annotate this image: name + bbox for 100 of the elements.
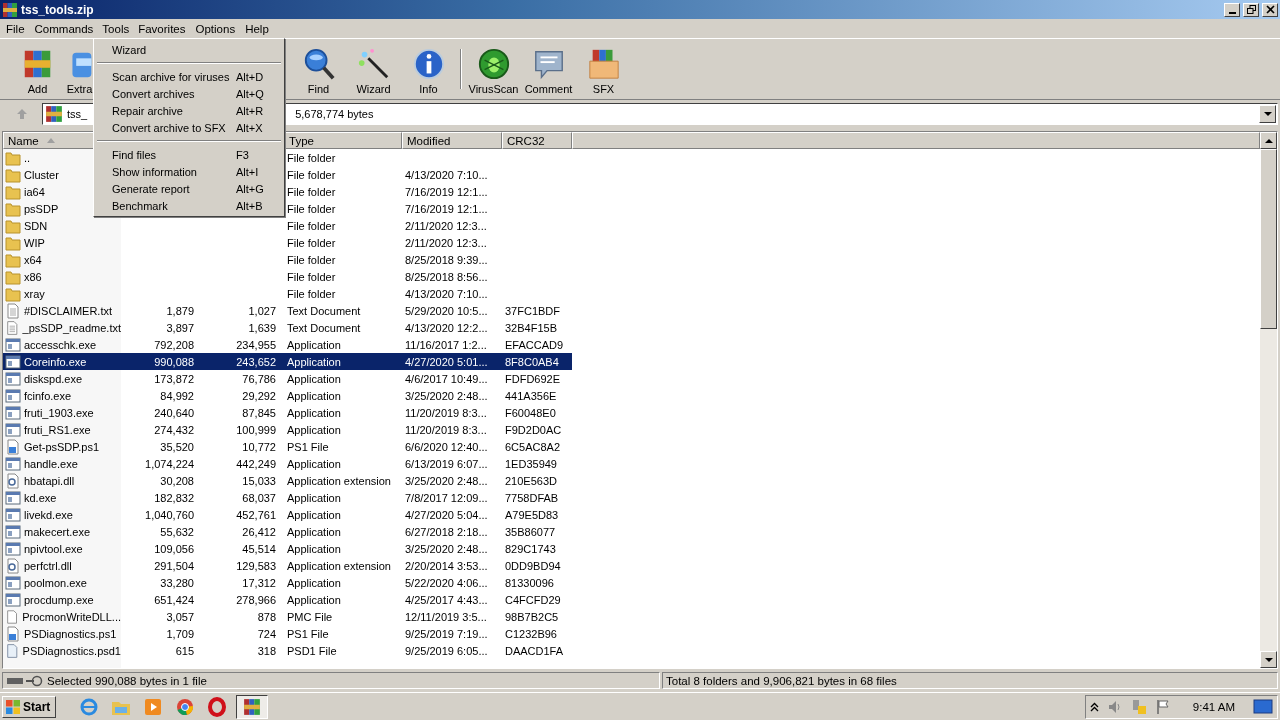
type-cell-text: File folder (286, 253, 337, 266)
close-icon (1265, 5, 1275, 14)
menu-entry[interactable]: Scan archive for viruses Alt+D (96, 68, 282, 85)
file-name[interactable]: Cluster (24, 168, 59, 181)
toolbar-button[interactable]: Info (401, 43, 456, 95)
menu-item[interactable]: Commands (29, 20, 99, 37)
menu-entry[interactable]: Benchmark Alt+B (96, 197, 282, 214)
application-icon (5, 370, 21, 387)
modified-cell-text: 5/29/2020 10:5... (404, 304, 489, 317)
file-name[interactable]: xray (24, 287, 45, 300)
file-name[interactable]: fruti_RS1.exe (24, 423, 91, 436)
file-name[interactable]: accesschk.exe (24, 338, 97, 351)
toolbar-button[interactable]: SFX (576, 43, 631, 95)
file-name[interactable]: x64 (24, 253, 42, 266)
column-header[interactable]: CRC32 (502, 132, 572, 149)
menu-item[interactable]: Help (240, 20, 274, 37)
folder-icon (5, 285, 21, 302)
type-cell-text: Application (286, 542, 342, 555)
chevron-up-icon (1089, 701, 1099, 712)
file-name[interactable]: diskspd.exe (24, 372, 83, 385)
application-icon (5, 387, 21, 404)
file-name[interactable]: Get-psSDP.ps1 (24, 440, 99, 453)
folder-icon (5, 149, 21, 166)
file-name[interactable]: ia64 (24, 185, 45, 198)
taskbar-button[interactable] (236, 694, 268, 719)
menu-item[interactable]: Tools (98, 21, 134, 36)
packed-cell-text: 1,027 (247, 304, 277, 317)
file-name[interactable]: hbatapi.dll (24, 474, 75, 487)
menu-item[interactable]: Favorites (133, 20, 191, 37)
file-name[interactable]: livekd.exe (24, 508, 73, 521)
menu-entry[interactable]: Show information Alt+I (96, 163, 282, 180)
file-name[interactable]: fcinfo.exe (24, 389, 72, 402)
file-name[interactable]: psSDP (24, 202, 59, 215)
crc-cell-text: 37FC1BDF (504, 304, 562, 317)
file-name[interactable]: perfctrl.dll (24, 559, 72, 572)
application-icon (5, 336, 21, 353)
packed-cell-text: 100,999 (235, 423, 277, 436)
modified-cell-text: 4/13/2020 12:2... (404, 321, 489, 334)
file-name[interactable]: _psSDP_readme.txt (22, 321, 121, 334)
crc-cell-text: F60048E0 (504, 406, 557, 419)
packed-cell-text: 45,514 (241, 542, 277, 555)
menu-entry[interactable]: Repair archive Alt+R (96, 102, 282, 119)
menu-entry[interactable]: Convert archives Alt+Q (96, 85, 282, 102)
menu-entry[interactable]: Find files F3 (96, 146, 282, 163)
file-name[interactable]: procdump.exe (24, 593, 94, 606)
file-name[interactable]: ProcmonWriteDLL... (22, 610, 121, 623)
show-desktop-icon (1253, 697, 1273, 716)
packed-cell-text: 87,845 (241, 406, 277, 419)
toolbar-button[interactable]: Wizard (346, 43, 401, 95)
menu-entry[interactable]: Wizard (96, 41, 282, 58)
type-cell-text: Application (286, 491, 342, 504)
crc-cell-text: DAACD1FA (504, 644, 565, 657)
modified-cell-text: 3/25/2020 2:48... (404, 389, 489, 402)
folder-icon (5, 166, 21, 183)
size-cell-text: 792,208 (153, 338, 195, 351)
close-button[interactable] (1262, 2, 1278, 17)
file-name[interactable]: #DISCLAIMER.txt (24, 304, 113, 317)
file-name[interactable]: SDN (24, 219, 48, 232)
size-cell-text: 240,640 (153, 406, 195, 419)
modified-cell-text: 6/6/2020 12:40... (404, 440, 489, 453)
menu-entry[interactable]: Generate report Alt+G (96, 180, 282, 197)
status-text: Total 8 folders and 9,906,821 bytes in 68 files (666, 674, 897, 687)
file-name[interactable]: fruti_1903.exe (24, 406, 94, 419)
file-name[interactable]: PSDiagnostics.ps1 (24, 627, 117, 640)
up-arrow-icon (1264, 138, 1273, 143)
minimize-button[interactable] (1224, 2, 1240, 17)
scrollbar[interactable] (1260, 132, 1277, 668)
dropdown-button[interactable] (1259, 105, 1276, 123)
start-button[interactable]: Start (2, 695, 56, 718)
restore-button[interactable] (1243, 2, 1259, 17)
toolbar-button[interactable]: Extra (65, 43, 94, 95)
size-cell-text: 615 (174, 644, 195, 657)
toolbar-button[interactable]: Comment (521, 43, 576, 95)
column-header[interactable]: Type (284, 132, 402, 149)
column-header[interactable]: Modified (402, 132, 502, 149)
play-icon (143, 696, 163, 717)
file-name[interactable]: handle.exe (24, 457, 78, 470)
crc-cell-text: 6C5AC8A2 (504, 440, 562, 453)
file-name[interactable]: poolmon.exe (24, 576, 87, 589)
file-name[interactable]: .. (24, 151, 31, 164)
file-name[interactable]: PSDiagnostics.psd1 (22, 644, 121, 657)
application-icon (5, 404, 21, 421)
folder-icon (5, 234, 21, 251)
size-cell-text: 990,088 (153, 355, 195, 368)
toolbar-button[interactable]: Add (10, 43, 65, 95)
size-cell-text: 35,520 (159, 440, 195, 453)
file-name[interactable]: makecert.exe (24, 525, 91, 538)
toolbar-button[interactable]: VirusScan (466, 43, 521, 95)
type-cell-text: File folder (286, 236, 337, 249)
file-name[interactable]: kd.exe (24, 491, 57, 504)
file-name[interactable]: WIP (24, 236, 45, 249)
file-name[interactable]: npivtool.exe (24, 542, 83, 555)
file-name[interactable]: Coreinfo.exe (24, 355, 87, 368)
crc-cell-text: FDFD692E (504, 372, 562, 385)
menu-item[interactable]: File (1, 20, 30, 37)
toolbar-button[interactable]: Find (291, 43, 346, 95)
type-cell-text: PS1 File (286, 440, 330, 453)
menu-item[interactable]: Options (190, 20, 241, 37)
file-name[interactable]: x86 (24, 270, 42, 283)
modified-cell-text: 6/27/2018 2:18... (404, 525, 489, 538)
